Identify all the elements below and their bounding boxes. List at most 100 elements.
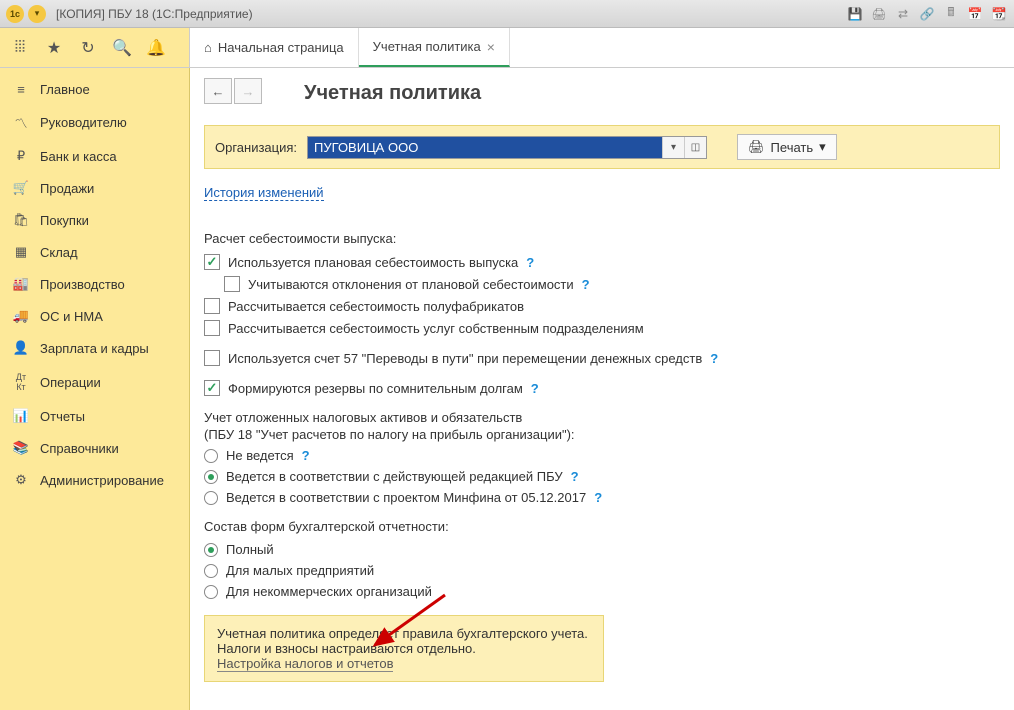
apps-icon[interactable]: ⦙⦙⦙ xyxy=(10,38,30,58)
bag-icon: 🛍 xyxy=(12,212,30,228)
printer-icon: 🖨 xyxy=(748,139,765,155)
gear-icon: ⚙ xyxy=(12,472,30,488)
info-box: Учетная политика определяет правила бухг… xyxy=(204,615,604,682)
sidebar-item-reports[interactable]: 📊Отчеты xyxy=(0,400,189,432)
nav-buttons: ← → xyxy=(204,78,262,104)
tab-accounting-policy[interactable]: Учетная политика × xyxy=(359,28,510,67)
check-deviations[interactable]: Учитываются отклонения от плановой себес… xyxy=(224,276,1000,292)
checkbox[interactable] xyxy=(204,254,220,270)
window-title: [КОПИЯ] ПБУ 18 (1С:Предприятие) xyxy=(56,7,253,21)
check-semi[interactable]: Рассчитывается себестоимость полуфабрика… xyxy=(204,298,1000,314)
radio[interactable] xyxy=(204,470,218,484)
checkbox[interactable] xyxy=(204,380,220,396)
radio-small[interactable]: Для малых предприятий xyxy=(204,563,1000,578)
sidebar-item-production[interactable]: 🏭Производство xyxy=(0,268,189,300)
forms-section-label: Состав форм бухгалтерской отчетности: xyxy=(204,519,1000,534)
sidebar-item-purchases[interactable]: 🛍Покупки xyxy=(0,204,189,236)
sidebar: ≡Главное 〽Руководителю ₽Банк и касса 🛒Пр… xyxy=(0,68,190,710)
dropdown-icon[interactable]: ▾ xyxy=(28,5,46,23)
top-toolbar: ⦙⦙⦙ ★ ↻ 🔍 🔔 ⌂ Начальная страница Учетная… xyxy=(0,28,1014,68)
tax-settings-link[interactable]: Настройка налогов и отчетов xyxy=(217,656,393,672)
help-icon[interactable]: ? xyxy=(710,351,718,366)
compare-icon[interactable]: ⇄ xyxy=(894,5,912,23)
radio[interactable] xyxy=(204,564,218,578)
tab-home-label: Начальная страница xyxy=(218,40,344,55)
forward-button[interactable]: → xyxy=(234,78,262,104)
radio[interactable] xyxy=(204,491,218,505)
org-bar: Организация: ▾ ◫ 🖨 Печать ▾ xyxy=(204,125,1000,169)
help-icon[interactable]: ? xyxy=(571,469,579,484)
search-icon[interactable]: 🔍 xyxy=(112,38,132,58)
sidebar-item-manager[interactable]: 〽Руководителю xyxy=(0,105,189,140)
sidebar-item-salary[interactable]: 👤Зарплата и кадры xyxy=(0,332,189,364)
main-area: ≡Главное 〽Руководителю ₽Банк и касса 🛒Пр… xyxy=(0,68,1014,710)
history-link[interactable]: История изменений xyxy=(204,185,324,201)
help-icon[interactable]: ? xyxy=(526,255,534,270)
checkbox[interactable] xyxy=(204,350,220,366)
org-input[interactable] xyxy=(308,137,662,158)
close-icon[interactable]: × xyxy=(487,39,495,55)
back-button[interactable]: ← xyxy=(204,78,232,104)
home-icon: ⌂ xyxy=(204,40,212,55)
org-open-button[interactable]: ◫ xyxy=(684,137,706,158)
content: ← → Учетная политика Организация: ▾ ◫ 🖨 … xyxy=(190,68,1014,710)
chart-icon: 〽 xyxy=(12,113,30,132)
org-dropdown-button[interactable]: ▾ xyxy=(662,137,684,158)
save-icon[interactable]: 💾 xyxy=(846,5,864,23)
org-input-wrap: ▾ ◫ xyxy=(307,136,707,159)
titlebar-actions: 💾 🖨 ⇄ 🔗 🖩 📅 📆 xyxy=(846,5,1008,23)
info-text2: Налоги и взносы настраиваются отдельно. xyxy=(217,641,591,656)
sidebar-item-admin[interactable]: ⚙Администрирование xyxy=(0,464,189,496)
sidebar-item-operations[interactable]: ДтКтОперации xyxy=(0,364,189,400)
factory-icon: 🏭 xyxy=(12,276,30,292)
dtkt-icon: ДтКт xyxy=(12,372,30,392)
help-icon[interactable]: ? xyxy=(594,490,602,505)
checkbox[interactable] xyxy=(204,298,220,314)
tab-home[interactable]: ⌂ Начальная страница xyxy=(190,28,359,67)
radio-minfin[interactable]: Ведется в соответствии с проектом Минфин… xyxy=(204,490,1000,505)
cost-section-label: Расчет себестоимости выпуска: xyxy=(204,231,1000,246)
sidebar-item-warehouse[interactable]: ▦Склад xyxy=(0,236,189,268)
radio-not-kept[interactable]: Не ведется ? xyxy=(204,448,1000,463)
date-icon[interactable]: 📆 xyxy=(990,5,1008,23)
sidebar-item-assets[interactable]: 🚚ОС и НМА xyxy=(0,300,189,332)
tabs: ⌂ Начальная страница Учетная политика × xyxy=(190,28,510,67)
truck-icon: 🚚 xyxy=(12,308,30,324)
tab-active-label: Учетная политика xyxy=(373,39,481,54)
grid-icon: ▦ xyxy=(12,244,30,260)
person-icon: 👤 xyxy=(12,340,30,356)
help-icon[interactable]: ? xyxy=(582,277,590,292)
help-icon[interactable]: ? xyxy=(531,381,539,396)
window-titlebar: 1c ▾ [КОПИЯ] ПБУ 18 (1С:Предприятие) 💾 🖨… xyxy=(0,0,1014,28)
link-icon[interactable]: 🔗 xyxy=(918,5,936,23)
print-icon[interactable]: 🖨 xyxy=(870,5,888,23)
check-services[interactable]: Рассчитывается себестоимость услуг собст… xyxy=(204,320,1000,336)
sidebar-item-main[interactable]: ≡Главное xyxy=(0,74,189,105)
radio[interactable] xyxy=(204,449,218,463)
help-icon[interactable]: ? xyxy=(302,448,310,463)
radio-full[interactable]: Полный xyxy=(204,542,1000,557)
check-reserves[interactable]: Формируются резервы по сомнительным долг… xyxy=(204,380,1000,396)
checkbox[interactable] xyxy=(224,276,240,292)
star-icon[interactable]: ★ xyxy=(44,38,64,58)
check-account57[interactable]: Используется счет 57 "Переводы в пути" п… xyxy=(204,350,1000,366)
tax-section-label1: Учет отложенных налоговых активов и обяз… xyxy=(204,410,1000,425)
calc-icon[interactable]: 🖩 xyxy=(942,5,960,23)
checkbox[interactable] xyxy=(204,320,220,336)
print-button[interactable]: 🖨 Печать ▾ xyxy=(737,134,837,160)
calendar-icon[interactable]: 📅 xyxy=(966,5,984,23)
history-icon[interactable]: ↻ xyxy=(78,38,98,58)
sidebar-item-bank[interactable]: ₽Банк и касса xyxy=(0,140,189,172)
books-icon: 📚 xyxy=(12,440,30,456)
check-plan-cost[interactable]: Используется плановая себестоимость выпу… xyxy=(204,254,1000,270)
sidebar-item-refs[interactable]: 📚Справочники xyxy=(0,432,189,464)
page-title: Учетная политика xyxy=(304,82,1000,105)
cart-icon: 🛒 xyxy=(12,180,30,196)
radio[interactable] xyxy=(204,585,218,599)
radio[interactable] xyxy=(204,543,218,557)
radio-current-pbu[interactable]: Ведется в соответствии с действующей ред… xyxy=(204,469,1000,484)
org-label: Организация: xyxy=(215,140,297,155)
sidebar-item-sales[interactable]: 🛒Продажи xyxy=(0,172,189,204)
radio-nonprofit[interactable]: Для некоммерческих организаций xyxy=(204,584,1000,599)
bell-icon[interactable]: 🔔 xyxy=(146,38,166,58)
